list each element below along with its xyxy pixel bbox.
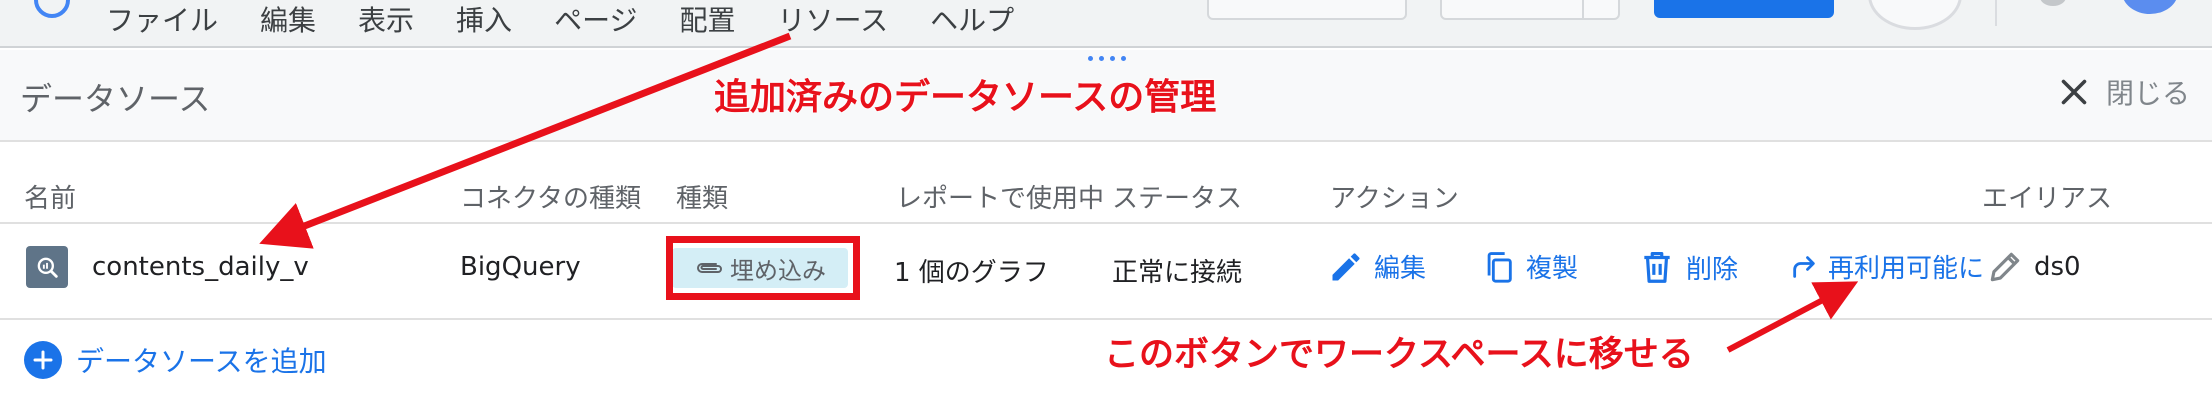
edit-label: 編集 <box>1374 254 1427 284</box>
app-logo-icon <box>34 0 70 18</box>
used-in-report: 1 個のグラフ <box>894 258 1049 288</box>
add-data-source-label: データソースを追加 <box>76 345 327 378</box>
pencil-outline-icon <box>1990 252 2020 282</box>
duplicate-label: 複製 <box>1526 254 1579 284</box>
avatar[interactable] <box>2122 0 2178 14</box>
duplicate-button[interactable]: 複製 <box>1482 248 1578 285</box>
close-button[interactable]: 閉じる <box>2056 72 2190 112</box>
copy-icon <box>1487 251 1512 283</box>
menu-bar: ファイル 編集 表示 挿入 ページ 配置 リソース ヘルプ <box>0 0 2212 48</box>
header-name: 名前 <box>24 184 77 214</box>
toolbar-field[interactable] <box>1207 0 1407 20</box>
menu-resource[interactable]: リソース <box>778 0 889 39</box>
pencil-icon <box>1332 252 1360 280</box>
table-divider <box>0 318 2212 320</box>
edit-button[interactable]: 編集 <box>1328 248 1426 285</box>
connector-type: BigQuery <box>460 252 581 282</box>
menu-help[interactable]: ヘルプ <box>930 0 1014 39</box>
data-source-name[interactable]: contents_daily_v <box>92 252 309 282</box>
header-status: ステータス <box>1112 184 1243 214</box>
main-menu: ファイル 編集 表示 挿入 ページ 配置 リソース ヘルプ <box>106 0 1056 38</box>
delete-button[interactable]: 削除 <box>1638 248 1738 286</box>
alias-field[interactable]: ds0 <box>1986 248 2081 286</box>
annotation-managed-sources: 追加済みのデータソースの管理 <box>714 77 1217 118</box>
menu-arrange[interactable]: 配置 <box>680 0 736 39</box>
header-used-in-report: レポートで使用中 <box>896 184 1105 214</box>
connection-status: 正常に接続 <box>1112 258 1243 288</box>
arrow-to-reusable-button <box>1726 281 1859 353</box>
type-highlight-box <box>666 236 860 300</box>
close-label: 閉じる <box>2106 77 2191 110</box>
trash-icon <box>1644 251 1670 283</box>
alias-value: ds0 <box>2034 252 2081 282</box>
menu-file[interactable]: ファイル <box>106 0 218 39</box>
annotation-move-to-workspace: このボタンでワークスペースに移せる <box>1104 335 1694 375</box>
make-reusable-label: 再利用可能に <box>1828 254 1985 284</box>
make-reusable-button[interactable]: 再利用可能に <box>1790 248 1984 285</box>
menu-edit[interactable]: 編集 <box>260 0 316 39</box>
close-icon <box>2061 79 2087 105</box>
header-actions: アクション <box>1330 184 1459 214</box>
toolbar-divider <box>1995 0 1997 26</box>
header-alias: エイリアス <box>1982 184 2113 214</box>
menu-insert[interactable]: 挿入 <box>456 0 512 39</box>
toolbar-icon[interactable] <box>2040 0 2066 6</box>
bigquery-icon <box>26 246 68 288</box>
menu-page[interactable]: ページ <box>554 0 637 39</box>
panel-title: データソース <box>20 80 211 118</box>
table-divider <box>0 222 2212 224</box>
add-data-source-button[interactable]: データソースを追加 <box>24 340 327 380</box>
menu-view[interactable]: 表示 <box>358 0 414 39</box>
add-icon <box>24 341 62 379</box>
toolbar-primary-button[interactable] <box>1654 0 1834 18</box>
delete-label: 削除 <box>1686 254 1739 285</box>
header-type: 種類 <box>676 184 729 214</box>
toolbar-round-button[interactable] <box>1868 0 1962 30</box>
header-connector: コネクタの種類 <box>460 184 641 214</box>
toolbar-split-button[interactable] <box>1440 0 1620 20</box>
drag-handle[interactable] <box>1088 56 1126 61</box>
share-arrow-icon <box>1793 255 1815 278</box>
